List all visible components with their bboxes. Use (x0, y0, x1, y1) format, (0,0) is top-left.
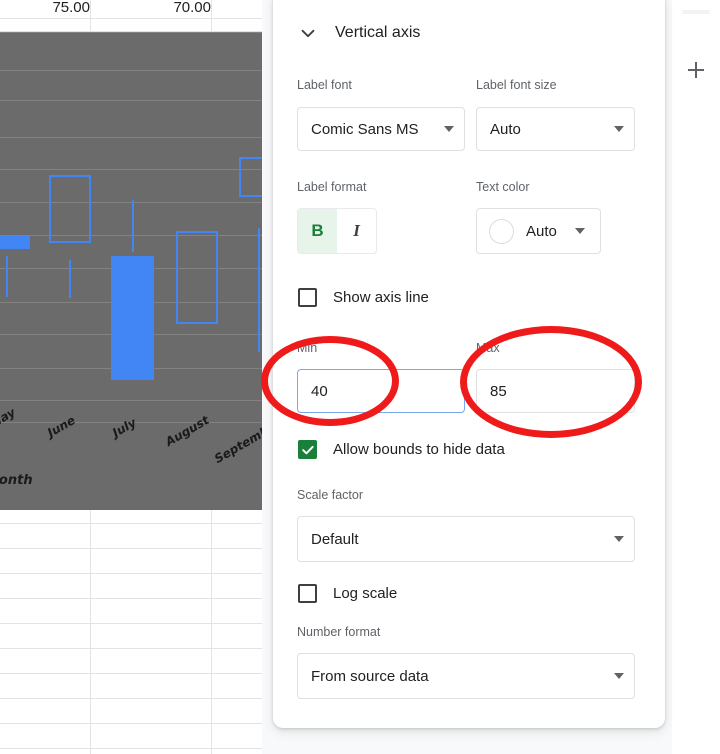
chart-x-label: July (110, 415, 139, 440)
chevron-down-icon (444, 126, 454, 132)
text-color-select[interactable]: Auto (476, 208, 601, 254)
color-swatch-icon (489, 218, 514, 244)
show-axis-line-checkbox[interactable] (298, 288, 317, 307)
app-root: 75.00 70.00 May June July August Septemb… (0, 0, 720, 754)
candle-body (111, 256, 154, 380)
chevron-down-icon (614, 673, 624, 679)
label-font-size-select[interactable]: Auto (476, 107, 635, 151)
grid-row-line (0, 648, 272, 649)
chart-x-label: August (163, 412, 212, 449)
show-axis-line-row[interactable]: Show axis line (298, 288, 429, 307)
label-font-size-value: Auto (490, 120, 521, 138)
number-format-select[interactable]: From source data (297, 653, 635, 699)
chevron-down-icon (614, 536, 624, 542)
log-scale-row[interactable]: Log scale (298, 584, 397, 603)
label-format-label: Label format (297, 180, 367, 194)
right-side-rail (672, 0, 720, 754)
show-axis-line-label: Show axis line (333, 289, 429, 306)
candle-body (239, 157, 262, 197)
grid-row-line (0, 548, 272, 549)
section-title: Vertical axis (335, 24, 421, 41)
scale-factor-select[interactable]: Default (297, 516, 635, 562)
bold-button[interactable]: B (298, 209, 337, 253)
candle-wick (69, 260, 71, 298)
candle-wick (6, 256, 8, 297)
scale-factor-label: Scale factor (297, 488, 364, 502)
italic-button[interactable]: I (337, 209, 376, 253)
label-font-value: Comic Sans MS (311, 120, 419, 138)
chart-x-label: May (0, 405, 18, 431)
number-format-label: Number format (297, 625, 381, 639)
candle-wick (258, 228, 260, 352)
spreadsheet-cell[interactable]: 75.00 (0, 0, 96, 20)
annotation-ellipse-max (460, 326, 642, 438)
chevron-down-icon (574, 228, 585, 234)
spreadsheet-cell[interactable]: 70.00 (91, 0, 217, 20)
section-header-vertical-axis[interactable]: Vertical axis (297, 22, 420, 44)
candle-body (0, 236, 30, 249)
label-format-toggle-group: B I (297, 208, 377, 254)
log-scale-label: Log scale (333, 585, 398, 602)
allow-bounds-row[interactable]: Allow bounds to hide data (298, 440, 505, 459)
text-color-label: Text color (476, 180, 530, 194)
label-font-label: Label font (297, 78, 352, 92)
plus-icon[interactable] (680, 54, 712, 86)
candle-body (176, 231, 218, 324)
chart-preview[interactable]: May June July August September Month (0, 32, 262, 510)
chevron-down-icon (614, 126, 624, 132)
allow-bounds-checkbox[interactable] (298, 440, 317, 459)
grid-row-line (0, 598, 272, 599)
grid-row-line (0, 748, 272, 749)
chart-x-label: June (45, 413, 78, 440)
chart-x-label: September (212, 416, 262, 466)
grid-row-line (0, 523, 272, 524)
text-color-value: Auto (526, 222, 557, 240)
grid-row-line (0, 573, 272, 574)
annotation-ellipse-min (261, 336, 399, 426)
scale-factor-value: Default (311, 530, 359, 548)
log-scale-checkbox[interactable] (298, 584, 317, 603)
label-font-size-label: Label font size (476, 78, 557, 92)
chart-x-axis-title: Month (0, 473, 33, 488)
grid-row-line (0, 673, 272, 674)
candle-wick (132, 200, 134, 252)
grid-row-line (0, 623, 272, 624)
allow-bounds-label: Allow bounds to hide data (333, 441, 505, 458)
candle-body (49, 175, 91, 243)
grid-row-line (0, 698, 272, 699)
label-font-select[interactable]: Comic Sans MS (297, 107, 465, 151)
rail-divider (682, 10, 710, 14)
grid-row-line (0, 723, 272, 724)
chevron-down-icon[interactable] (297, 22, 319, 44)
number-format-value: From source data (311, 667, 429, 685)
